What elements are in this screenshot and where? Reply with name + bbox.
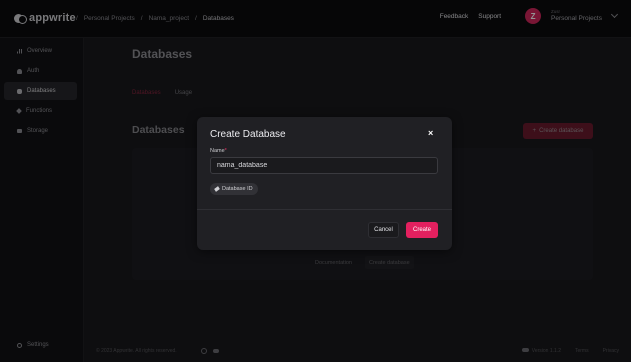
database-name-input[interactable] [210, 157, 438, 174]
modal-divider [197, 209, 452, 210]
database-id-chip[interactable]: Database ID [210, 183, 258, 195]
cancel-button[interactable]: Cancel [368, 222, 399, 238]
required-mark: * [224, 148, 227, 154]
database-id-label: Database ID [222, 186, 253, 192]
name-label-text: Name [210, 148, 225, 154]
create-database-modal: Create Database × Name* Database ID Canc… [197, 117, 452, 250]
create-button[interactable]: Create [406, 222, 438, 238]
pencil-icon [214, 186, 220, 192]
name-field-label: Name* [210, 148, 227, 154]
modal-title: Create Database [210, 129, 286, 140]
close-icon[interactable]: × [428, 128, 433, 138]
